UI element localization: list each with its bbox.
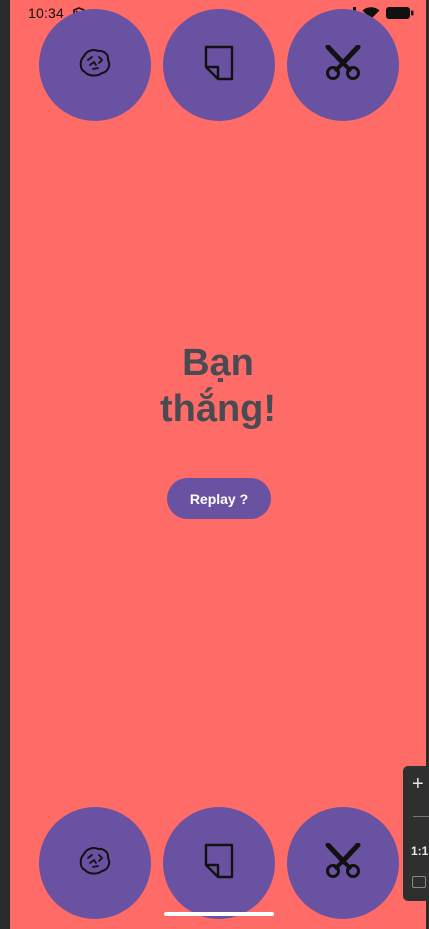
rock-button-top[interactable] <box>39 9 151 121</box>
home-indicator[interactable] <box>164 912 274 916</box>
result-line-2: thắng! <box>159 388 277 430</box>
choices-bottom <box>10 807 426 919</box>
result-line-1: Bạn <box>182 342 254 384</box>
zoom-toolbar: + 1:1 <box>403 766 429 901</box>
result-message: Bạn thắng! <box>10 340 426 432</box>
fit-screen-icon[interactable] <box>412 876 426 888</box>
paper-icon <box>204 45 234 86</box>
zoom-out-button[interactable] <box>413 816 429 817</box>
paper-button-top[interactable] <box>163 9 275 121</box>
paper-button-bottom[interactable] <box>163 807 275 919</box>
scissors-icon <box>324 842 362 884</box>
scissors-icon <box>324 44 362 86</box>
paper-icon <box>204 843 234 884</box>
scissors-button-top[interactable] <box>287 9 399 121</box>
app-screen: 10:34 Bạn thắng! Replay ? + 1:1 <box>0 0 429 929</box>
choices-top <box>10 9 426 121</box>
rock-icon <box>78 48 112 83</box>
rock-button-bottom[interactable] <box>39 807 151 919</box>
actual-size-button[interactable]: 1:1 <box>411 844 428 858</box>
rock-icon <box>78 846 112 881</box>
scissors-button-bottom[interactable] <box>287 807 399 919</box>
zoom-in-button[interactable]: + <box>412 774 424 794</box>
replay-button[interactable]: Replay ? <box>167 478 271 519</box>
device-frame-left <box>0 0 10 929</box>
